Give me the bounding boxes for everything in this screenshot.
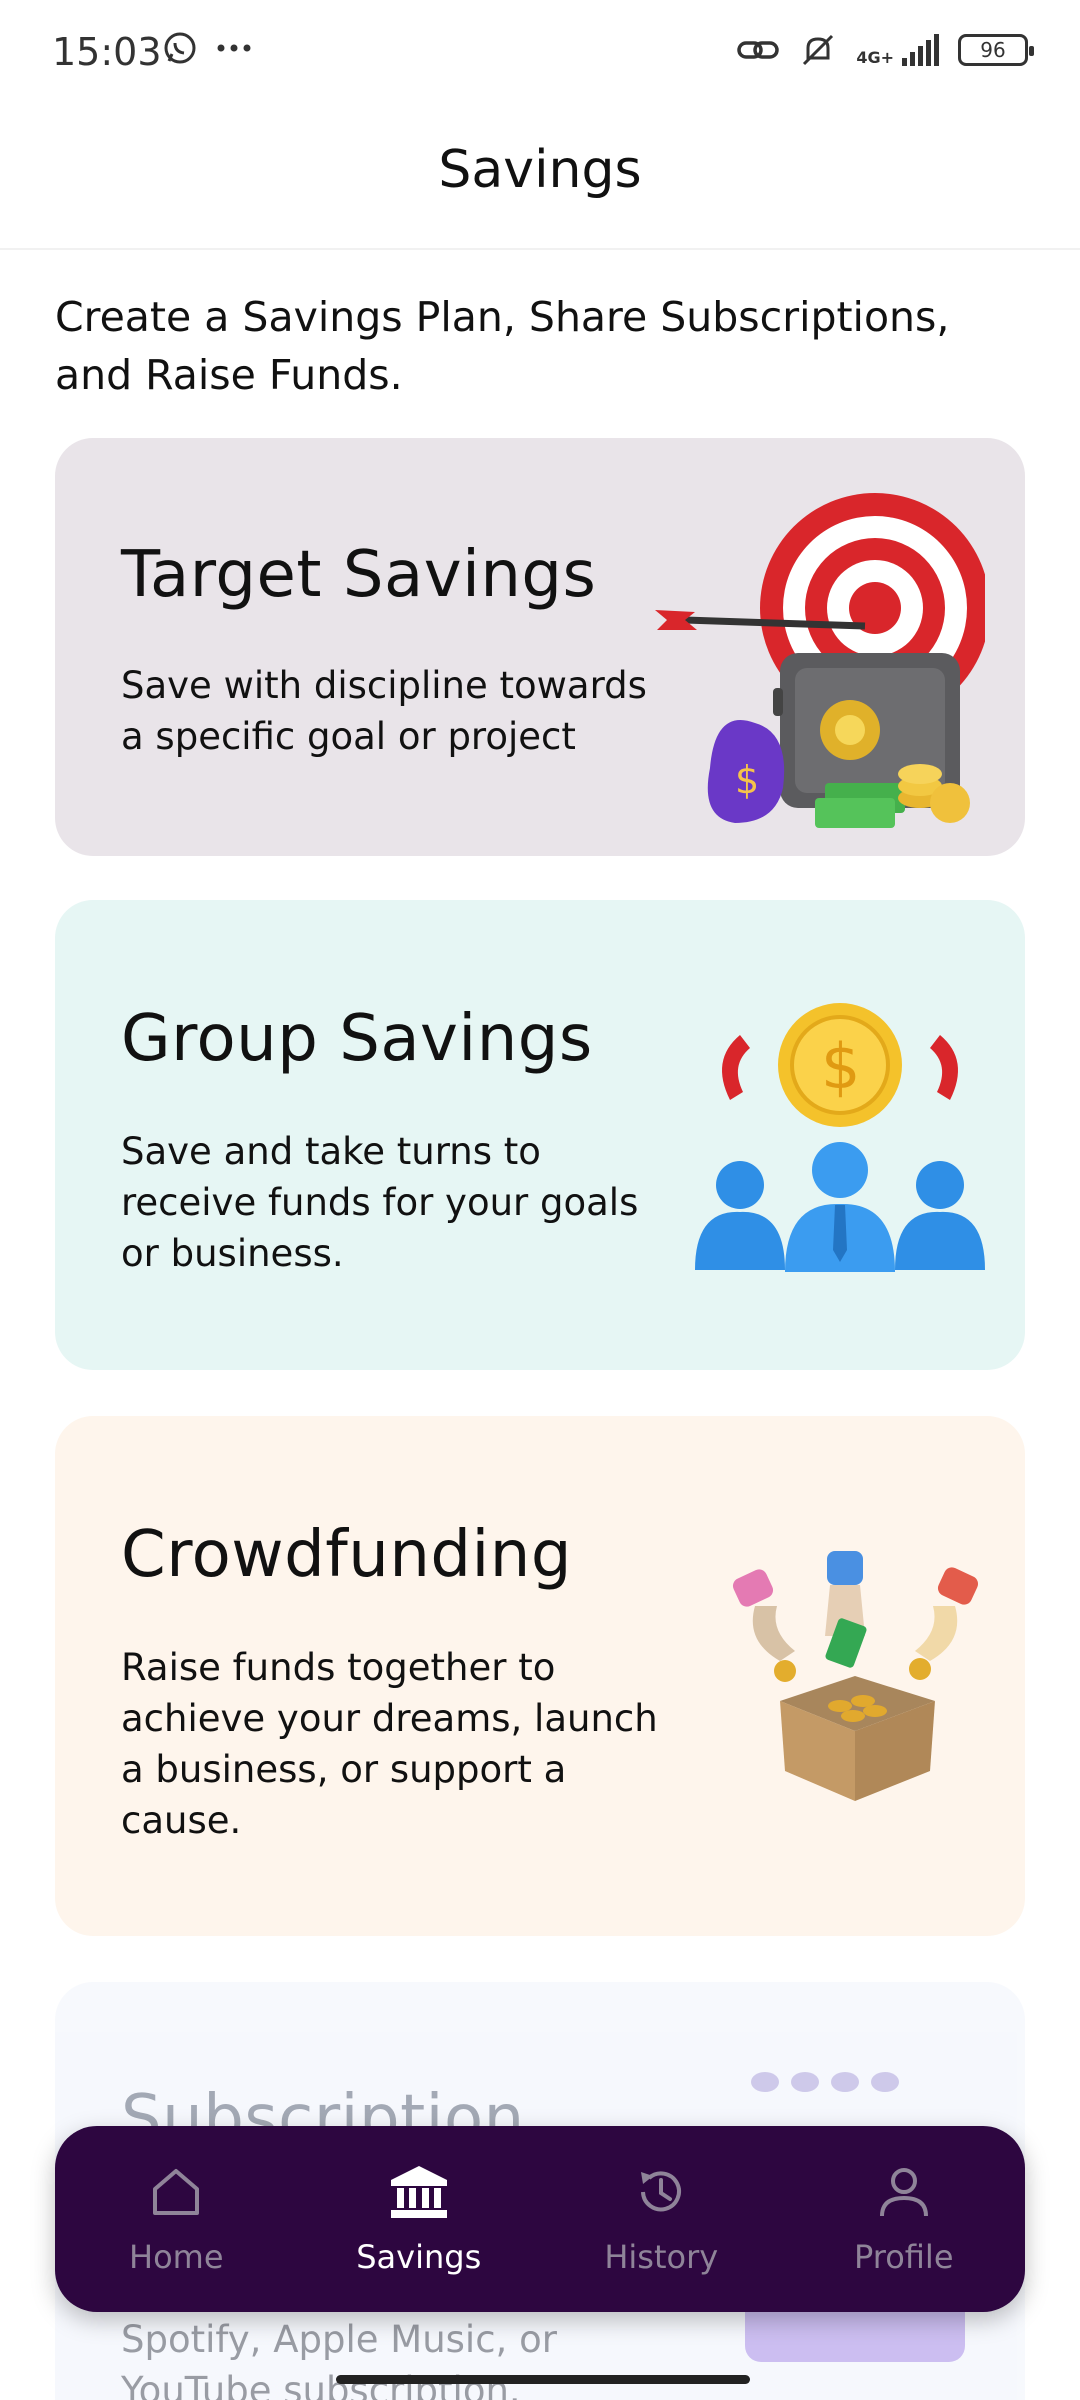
home-icon	[153, 2169, 200, 2215]
nav-item-savings[interactable]: Savings	[319, 2139, 519, 2299]
target-savings-card[interactable]: Target Savings Save with discipline towa…	[55, 438, 1025, 856]
card-description: Spotify, Apple Music, or YouTube subscri…	[121, 2318, 557, 2400]
group-savings-card[interactable]: Group Savings Save and take turns to rec…	[55, 900, 1025, 1370]
card-description: Save with discipline towards a specific …	[121, 664, 647, 758]
card-description: Raise funds together to achieve your dre…	[121, 1646, 658, 1842]
link-icon	[737, 41, 780, 59]
profile-icon	[879, 2168, 928, 2217]
bottom-navigation: Home Savings History Profile	[55, 2126, 1025, 2312]
history-icon	[641, 2171, 682, 2212]
nav-label: Profile	[854, 2238, 954, 2276]
nav-item-history[interactable]: History	[561, 2139, 761, 2299]
status-bar: 15:03 4G+ 96	[0, 0, 1080, 110]
status-left-icons	[162, 30, 252, 66]
signal-group: 4G+	[856, 34, 940, 66]
target-safe-illustration: $	[655, 493, 985, 828]
card-title: Group Savings	[121, 1002, 593, 1076]
page-title: Savings	[438, 140, 642, 200]
bank-icon	[390, 2166, 447, 2218]
signal-icon	[902, 34, 939, 66]
network-label: 4G+	[856, 48, 894, 67]
status-right-icons: 4G+ 96	[736, 30, 1034, 70]
mute-icon	[803, 34, 834, 66]
nav-item-home[interactable]: Home	[76, 2139, 276, 2299]
intro-text: Create a Savings Plan, Share Subscriptio…	[55, 293, 950, 399]
battery-level: 96	[980, 38, 1006, 62]
nav-label: History	[604, 2238, 719, 2276]
group-coin-illustration: $	[695, 1003, 985, 1272]
svg-text:$: $	[735, 758, 759, 802]
whatsapp-icon	[164, 32, 196, 64]
status-time: 15:03	[52, 30, 162, 74]
header: Savings	[0, 110, 1080, 250]
card-title: Crowdfunding	[121, 1518, 572, 1592]
more-dots-icon	[217, 44, 251, 52]
card-description: Save and take turns to receive funds for…	[121, 1130, 639, 1275]
crowdfunding-card[interactable]: Crowdfunding Raise funds together to ach…	[55, 1416, 1025, 1936]
card-title: Target Savings	[121, 538, 597, 612]
battery-icon: 96	[958, 34, 1034, 66]
nav-item-profile[interactable]: Profile	[804, 2139, 1004, 2299]
nav-label: Savings	[356, 2238, 482, 2276]
home-indicator	[336, 2375, 750, 2384]
nav-label: Home	[129, 2238, 224, 2276]
svg-text:$: $	[821, 1030, 860, 1103]
crowdfunding-box-illustration	[732, 1551, 979, 1801]
